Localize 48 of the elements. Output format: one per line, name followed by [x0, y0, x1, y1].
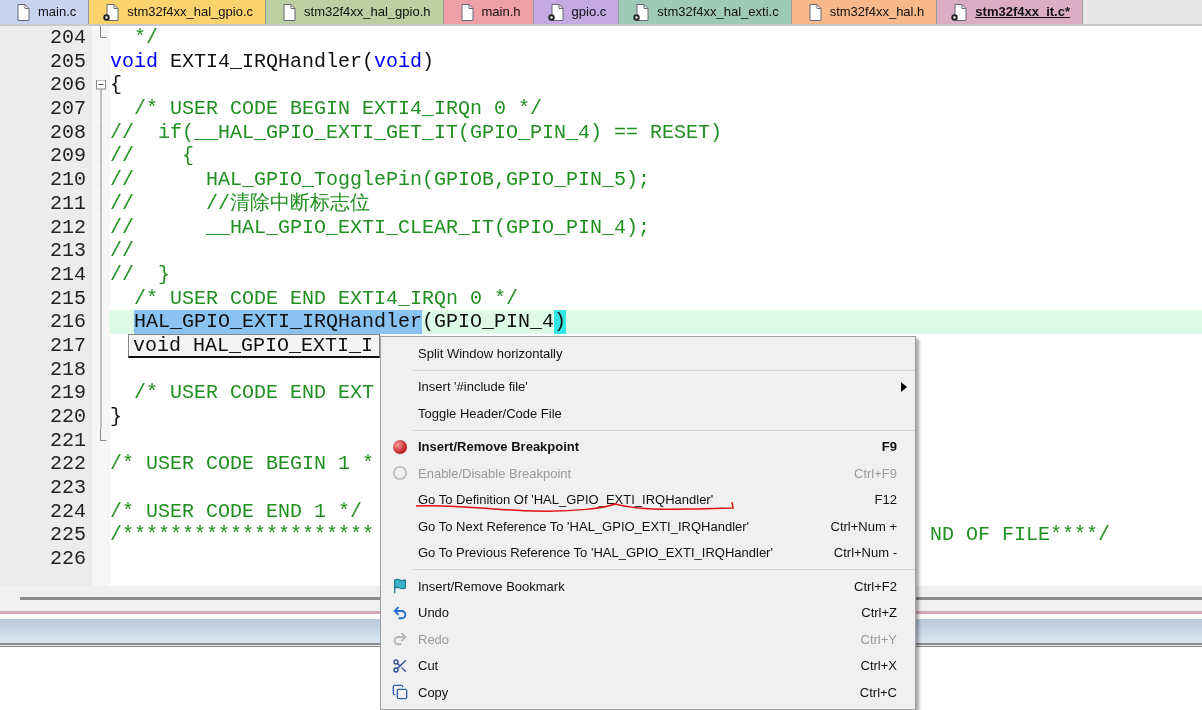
- code-comment: /* USER CODE END EXTI4_IRQn 0 */: [133, 286, 519, 311]
- code-comment: // //清除中断标志位: [110, 191, 371, 216]
- code-text: EXTI4_IRQHandler(: [169, 49, 375, 74]
- line-number: 215: [49, 286, 87, 311]
- line-number: 209: [49, 144, 87, 169]
- code-comment: // if(__HAL_GPIO_EXTI_GET_IT(GPIO_PIN_4) == RESET): [110, 120, 723, 145]
- line-number: 207: [49, 97, 87, 121]
- line-number: 221: [49, 428, 87, 453]
- signature-tooltip: void HAL_GPIO_EXTI_I: [128, 333, 380, 358]
- line-number: 220: [49, 405, 87, 429]
- line-number: 216: [49, 310, 87, 334]
- line-number: 223: [49, 476, 87, 500]
- code-text: ): [422, 49, 435, 74]
- line-number: 212: [49, 215, 87, 240]
- code-keyword: void: [110, 49, 158, 74]
- line-number: 218: [49, 357, 87, 382]
- code-comment: //: [110, 239, 134, 263]
- code-comment: /*********************: [110, 523, 375, 548]
- code-comment: /* USER CODE END EXT: [133, 381, 375, 405]
- line-number: 226: [49, 547, 87, 571]
- line-number: 211: [49, 191, 87, 216]
- line-number: 222: [49, 452, 87, 477]
- line-number: 205: [49, 49, 87, 74]
- code-text: {: [110, 73, 122, 98]
- code-comment: // __HAL_GPIO_EXTI_CLEAR_IT(GPIO_PIN_4);: [110, 215, 651, 240]
- line-number: 214: [49, 262, 87, 287]
- code-comment: // {: [110, 144, 194, 169]
- code-text: (GPIO_PIN_4: [422, 310, 555, 334]
- line-number: 213: [49, 239, 87, 263]
- code-comment: */: [133, 26, 158, 50]
- code-keyword: void: [374, 49, 423, 74]
- line-number: 204: [49, 26, 87, 50]
- line-number: 210: [49, 168, 87, 192]
- code-text: }: [110, 405, 122, 429]
- code-comment: /* USER CODE BEGIN 1 *: [110, 452, 375, 477]
- code-comment: // }: [110, 262, 170, 287]
- code-comment: /* USER CODE BEGIN EXTI4_IRQn 0 */: [133, 97, 543, 121]
- selected-code-text: HAL_GPIO_EXTI_IRQHandler: [134, 310, 423, 334]
- line-number: 217: [49, 333, 87, 358]
- brace-match: ): [554, 310, 567, 334]
- code-comment: /* USER CODE END 1 */: [110, 499, 363, 524]
- line-number: 224: [49, 499, 87, 524]
- code-comment: // HAL_GPIO_TogglePin(GPIOB,GPIO_PIN_5);: [110, 168, 651, 192]
- line-number: 206: [49, 73, 87, 98]
- line-number: 225: [49, 523, 87, 548]
- line-number: 219: [49, 381, 87, 405]
- code-comment: ND OF FILE****/: [930, 523, 1111, 548]
- line-number: 208: [49, 120, 87, 145]
